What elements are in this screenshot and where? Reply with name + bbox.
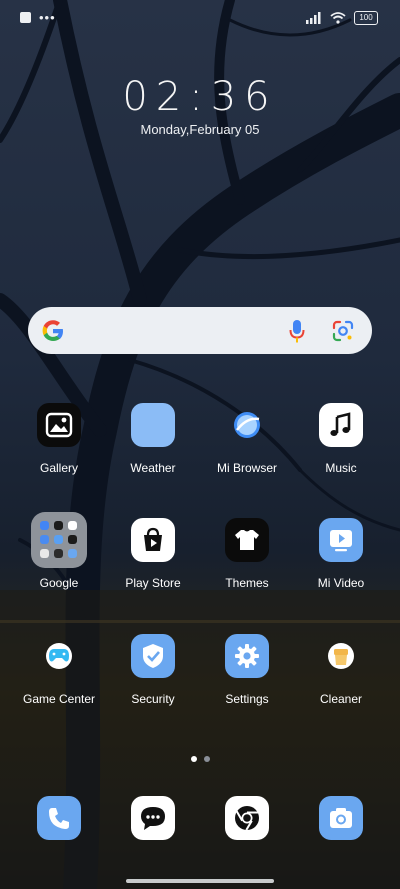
- page-dot: [203, 756, 210, 762]
- app-weather[interactable]: Weather: [106, 403, 200, 475]
- game-center-icon: [37, 634, 81, 678]
- dock-messaging-icon[interactable]: [131, 796, 175, 840]
- dock-chrome-icon[interactable]: [225, 796, 269, 840]
- app-label: Themes: [225, 576, 269, 590]
- app-security[interactable]: Security: [106, 634, 200, 706]
- app-label: Music: [325, 461, 357, 475]
- app-mi-video[interactable]: Mi Video: [294, 518, 388, 590]
- app-mi-browser[interactable]: Mi Browser: [200, 403, 294, 475]
- app-label: Mi Browser: [216, 461, 277, 475]
- home-gesture-bar[interactable]: [126, 879, 274, 883]
- page-dot-active: [190, 756, 197, 762]
- home-screen: ••• 100 02:36 Monday,February 05 Gallery…: [0, 0, 400, 889]
- play-store-icon: [131, 518, 175, 562]
- app-gallery[interactable]: Gallery: [12, 403, 106, 475]
- app-music[interactable]: Music: [294, 403, 388, 475]
- app-label: Game Center: [22, 692, 96, 706]
- app-label: Cleaner: [319, 692, 363, 706]
- app-play-store[interactable]: Play Store: [106, 518, 200, 590]
- app-label: Play Store: [125, 576, 181, 590]
- app-label: Weather: [130, 461, 176, 475]
- app-label: Gallery: [39, 461, 78, 475]
- music-icon: [319, 403, 363, 447]
- app-folder-google[interactable]: Google: [12, 512, 106, 590]
- app-label: Security: [131, 692, 175, 706]
- app-label: Google: [39, 576, 79, 590]
- app-themes[interactable]: Themes: [200, 518, 294, 590]
- app-game-center[interactable]: Game Center: [12, 634, 106, 706]
- cleaner-icon: [319, 634, 363, 678]
- themes-icon: [225, 518, 269, 562]
- app-settings[interactable]: Settings: [200, 634, 294, 706]
- mi-video-icon: [319, 518, 363, 562]
- page-indicator[interactable]: [0, 756, 400, 762]
- app-label: Mi Video: [317, 576, 365, 590]
- weather-icon: [131, 403, 175, 447]
- settings-icon: [225, 634, 269, 678]
- dock-phone-icon[interactable]: [37, 796, 81, 840]
- dock-camera-icon[interactable]: [319, 796, 363, 840]
- app-label: Settings: [225, 692, 269, 706]
- gallery-icon: [37, 403, 81, 447]
- google-folder-icon: [31, 512, 87, 568]
- mi-browser-icon: [225, 403, 269, 447]
- app-cleaner[interactable]: Cleaner: [294, 634, 388, 706]
- security-icon: [131, 634, 175, 678]
